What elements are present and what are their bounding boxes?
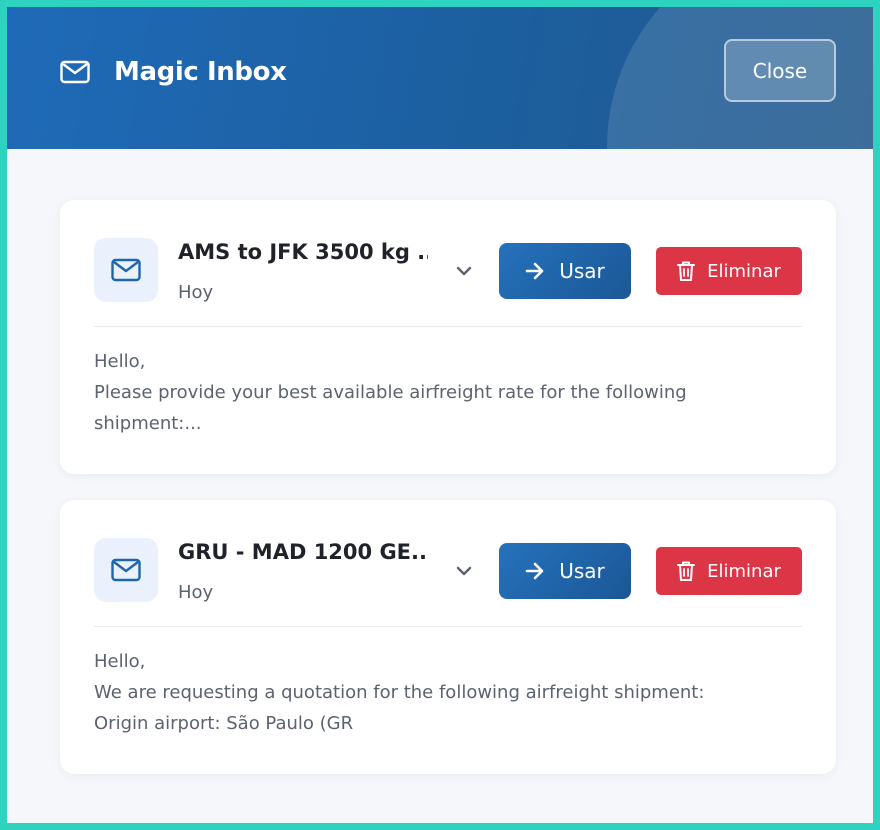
item-title: AMS to JFK 3500 kg ... [178, 240, 428, 264]
chevron-down-icon[interactable] [453, 260, 475, 282]
divider [94, 326, 802, 327]
item-mail-icon-box [94, 538, 158, 602]
preview-line: Hello, [94, 651, 146, 672]
inbox-item[interactable]: AMS to JFK 3500 kg ... Hoy Usar Eliminar… [60, 200, 836, 474]
divider [94, 626, 802, 627]
arrow-right-icon [525, 562, 544, 580]
use-button-label: Usar [559, 559, 605, 583]
modal-header: Magic Inbox Close [7, 7, 873, 149]
delete-button-label: Eliminar [707, 560, 781, 582]
delete-button[interactable]: Eliminar [656, 247, 802, 295]
mail-icon [60, 60, 90, 84]
magic-inbox-modal: Magic Inbox Close AMS to JFK 3500 kg ...… [7, 7, 873, 823]
trash-icon [677, 261, 696, 281]
header-title-group: Magic Inbox [60, 57, 287, 87]
mail-icon [111, 258, 141, 282]
mail-icon [111, 558, 141, 582]
chevron-down-icon[interactable] [453, 560, 475, 582]
preview-line: Origin airport: São Paulo (GR [94, 713, 354, 734]
delete-button[interactable]: Eliminar [656, 547, 802, 595]
item-title: GRU - MAD 1200 GE... [178, 540, 428, 564]
modal-title: Magic Inbox [114, 57, 287, 87]
trash-icon [677, 561, 696, 581]
use-button-label: Usar [559, 259, 605, 283]
use-button[interactable]: Usar [499, 543, 631, 599]
preview-line: Hello, [94, 351, 146, 372]
inbox-item[interactable]: GRU - MAD 1200 GE... Hoy Usar Eliminar H… [60, 500, 836, 774]
preview-line: Please provide your best available airfr… [94, 382, 687, 403]
preview-line: shipment:... [94, 413, 202, 434]
item-date: Hoy [178, 582, 214, 603]
close-button[interactable]: Close [724, 39, 836, 102]
delete-button-label: Eliminar [707, 260, 781, 282]
item-preview: Hello, Please provide your best availabl… [94, 346, 794, 439]
item-date: Hoy [178, 282, 214, 303]
arrow-right-icon [525, 262, 544, 280]
item-mail-icon-box [94, 238, 158, 302]
item-preview: Hello, We are requesting a quotation for… [94, 646, 794, 739]
preview-line: We are requesting a quotation for the fo… [94, 682, 705, 703]
use-button[interactable]: Usar [499, 243, 631, 299]
